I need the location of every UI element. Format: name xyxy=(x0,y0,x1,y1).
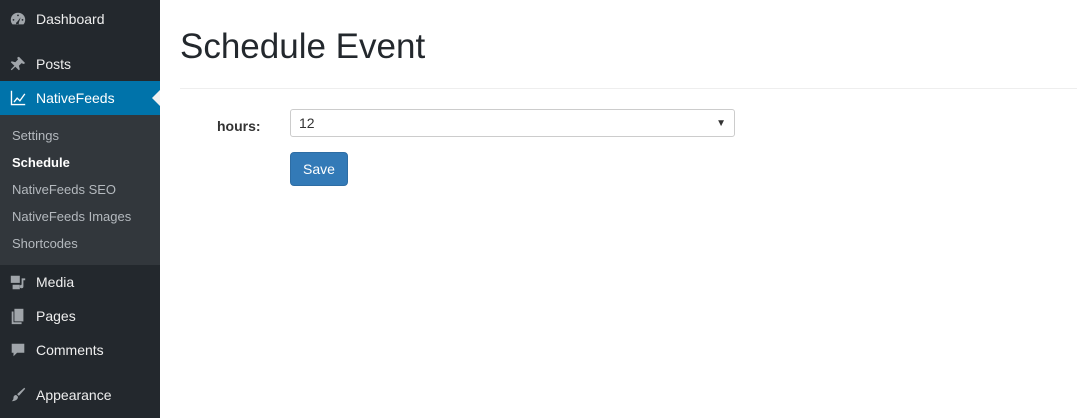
sidebar-item-label: NativeFeeds xyxy=(36,90,115,106)
sidebar-item-media[interactable]: Media xyxy=(0,265,160,299)
media-icon xyxy=(8,272,28,292)
nativefeeds-submenu: Settings Schedule NativeFeeds SEO Native… xyxy=(0,115,160,265)
save-button[interactable]: Save xyxy=(290,152,348,186)
sidebar-item-label: Appearance xyxy=(36,387,112,403)
hours-select-value: 12 xyxy=(299,115,315,131)
chevron-down-icon: ▼ xyxy=(716,118,726,129)
hours-label: hours: xyxy=(217,118,261,134)
sidebar-item-comments[interactable]: Comments xyxy=(0,333,160,367)
submenu-item-shortcodes[interactable]: Shortcodes xyxy=(12,236,78,251)
submenu-item-images[interactable]: NativeFeeds Images xyxy=(12,209,131,224)
submenu-item-seo[interactable]: NativeFeeds SEO xyxy=(12,182,116,197)
active-indicator xyxy=(152,90,160,106)
sidebar-item-label: Pages xyxy=(36,308,76,324)
sidebar-item-appearance[interactable]: Appearance xyxy=(0,378,160,412)
paintbrush-icon xyxy=(8,385,28,405)
sidebar-item-label: Comments xyxy=(36,342,104,358)
sidebar-item-label: Dashboard xyxy=(36,11,105,27)
comment-icon xyxy=(8,340,28,360)
submenu-item-settings[interactable]: Settings xyxy=(12,128,59,143)
page-title: Schedule Event xyxy=(180,27,426,66)
dashboard-icon xyxy=(8,9,28,29)
sidebar-item-label: Posts xyxy=(36,56,72,72)
sidebar-item-posts[interactable]: Posts xyxy=(0,47,160,81)
sidebar-item-pages[interactable]: Pages xyxy=(0,299,160,333)
pages-icon xyxy=(8,306,28,326)
pin-icon xyxy=(8,54,28,74)
sidebar-item-label: Media xyxy=(36,274,75,290)
sidebar-item-dashboard[interactable]: Dashboard xyxy=(0,2,160,36)
chart-line-icon xyxy=(8,88,28,108)
title-divider xyxy=(180,88,1077,89)
admin-sidebar: Dashboard Posts NativeFeeds Settings Sch… xyxy=(0,0,160,418)
submenu-item-schedule[interactable]: Schedule xyxy=(12,155,70,170)
hours-select[interactable]: 12 ▼ xyxy=(290,109,735,137)
sidebar-item-nativefeeds[interactable]: NativeFeeds xyxy=(0,81,160,115)
